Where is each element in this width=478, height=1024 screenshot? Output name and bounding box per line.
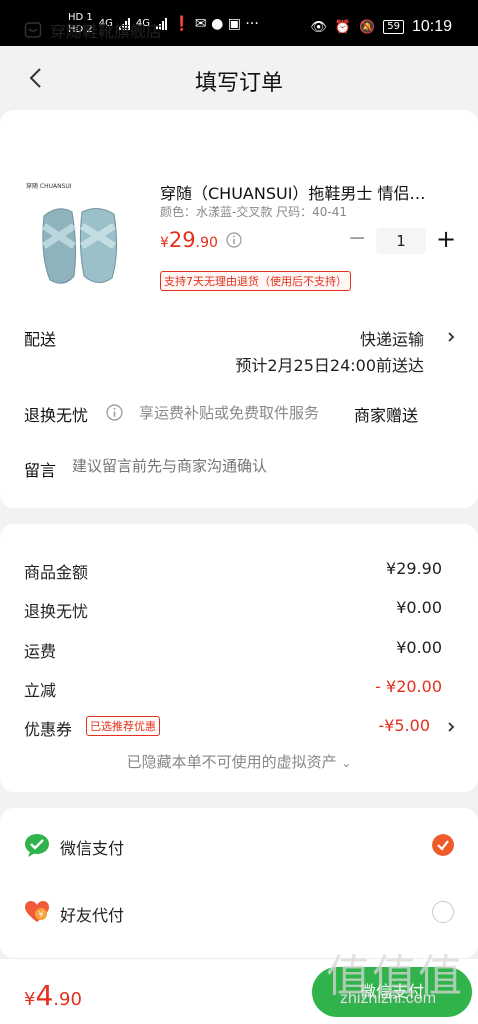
memo-label: 留言 xyxy=(24,461,57,480)
quantity-value[interactable]: 1 xyxy=(376,228,426,254)
radio-selected-icon[interactable] xyxy=(432,834,454,856)
payment-option-friend[interactable]: ¥ 好友代付 xyxy=(24,899,454,929)
summary-label: 运费 xyxy=(24,642,57,661)
hidden-assets-toggle[interactable]: 已隐藏本单不可使用的虚拟资产 ⌄ xyxy=(0,751,478,772)
shipping-method[interactable]: 快递运输 xyxy=(360,326,424,350)
summary-row-coupon[interactable]: 优惠券 -¥5.00 xyxy=(24,716,430,740)
wechat-pay-icon xyxy=(25,834,49,857)
order-card xyxy=(0,110,478,508)
product-title[interactable]: 穿随（CHUANSUI）拖鞋男士 情侣… xyxy=(160,180,450,204)
summary-label: 立减 xyxy=(24,681,57,700)
shop-header[interactable]: 穿随鞋靴旗舰店 xyxy=(24,18,162,42)
quantity-decrease-button[interactable]: − xyxy=(348,228,366,251)
shop-name: 穿随鞋靴旗舰店 xyxy=(50,22,163,41)
price-integer: 29 xyxy=(168,228,196,252)
battery-icon: 59 xyxy=(383,20,404,34)
status-time: 10:19 xyxy=(411,18,452,35)
summary-row-return: 退换无忧 ¥0.00 xyxy=(24,598,442,622)
product-spec[interactable]: 颜色：水漾蓝-交叉款 尺码：40-41 xyxy=(160,203,347,220)
total-currency: ¥ xyxy=(24,989,36,1010)
summary-value: ¥0.00 xyxy=(396,598,442,617)
product-price: ¥29.90 xyxy=(160,228,218,252)
summary-row-discount: 立减 - ¥20.00 xyxy=(24,677,442,701)
payment-option-wechat[interactable]: 微信支付 xyxy=(24,832,454,862)
coupon-chevron-icon[interactable] xyxy=(446,720,456,734)
shipping-label: 配送 xyxy=(24,330,57,349)
summary-row-goods: 商品金额 ¥29.90 xyxy=(24,559,442,583)
return-service-note: 享运费补贴或免费取件服务 xyxy=(139,404,320,422)
price-currency: ¥ xyxy=(160,235,169,251)
summary-label: 商品金额 xyxy=(24,563,89,582)
return-service-value: 商家赠送 xyxy=(354,406,419,425)
product-image[interactable] xyxy=(24,176,136,288)
total-price: ¥4.90 xyxy=(24,979,82,1012)
price-decimal: .90 xyxy=(195,235,218,251)
summary-value: - ¥20.00 xyxy=(375,677,442,696)
payment-option-label: 微信支付 xyxy=(60,839,125,858)
summary-value: ¥29.90 xyxy=(386,559,442,578)
summary-row-freight: 运费 ¥0.00 xyxy=(24,638,442,662)
summary-value: -¥5.00 xyxy=(378,716,430,735)
total-decimal: .90 xyxy=(53,989,82,1010)
eye-icon: 👁 xyxy=(310,19,327,35)
summary-label: 退换无忧 xyxy=(24,602,89,621)
chevron-down-icon: ⌄ xyxy=(341,756,352,770)
summary-label: 优惠券 xyxy=(24,720,73,739)
page-title: 填写订单 xyxy=(194,71,283,96)
summary-value: ¥0.00 xyxy=(396,638,442,657)
shipping-chevron-icon[interactable] xyxy=(446,330,456,344)
nav-bar: 填写订单 xyxy=(0,46,478,110)
return-policy-tag: 支持7天无理由退货（使用后不支持） xyxy=(160,271,351,291)
shipping-eta: 预计2月25日24:00前送达 xyxy=(235,356,424,375)
quantity-increase-button[interactable]: + xyxy=(436,227,456,251)
price-info-icon[interactable] xyxy=(226,232,242,248)
notification-icons: ❗ ✉ ● ▣ ··· xyxy=(173,15,259,32)
wechat-pay-button[interactable]: 微信支付 xyxy=(312,967,472,1017)
payment-option-label: 好友代付 xyxy=(60,906,125,925)
svg-text:¥: ¥ xyxy=(38,910,43,919)
friend-pay-icon: ¥ xyxy=(25,901,49,922)
return-service-info-icon[interactable] xyxy=(106,404,123,421)
coupon-tag: 已选推荐优惠 xyxy=(86,716,160,736)
status-right: 👁 ⏰ 🔕 59 10:19 xyxy=(310,18,452,36)
mute-icon: 🔕 xyxy=(359,19,376,35)
payment-card xyxy=(0,808,478,958)
total-integer: 4 xyxy=(35,979,54,1012)
memo-input[interactable] xyxy=(72,457,452,475)
hidden-assets-text: 已隐藏本单不可使用的虚拟资产 xyxy=(126,753,337,771)
shop-icon xyxy=(24,22,42,38)
radio-unselected-icon[interactable] xyxy=(432,901,454,923)
product-brand-mark: 穿随 CHUANSUI xyxy=(26,183,72,190)
return-service-label: 退换无忧 xyxy=(24,406,89,425)
checkout-bar: ¥4.90 微信支付 xyxy=(0,958,478,1024)
alarm-icon: ⏰ xyxy=(334,19,352,35)
